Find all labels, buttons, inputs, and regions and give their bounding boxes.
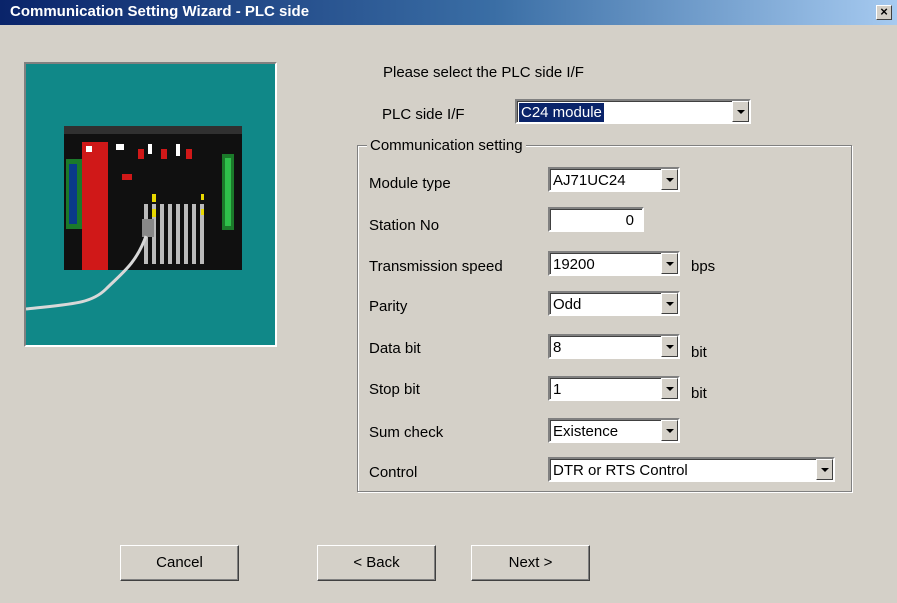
transmission-speed-value: 19200 <box>553 256 595 273</box>
module-type-value: AJ71UC24 <box>553 172 626 189</box>
plc-side-if-value: C24 module <box>519 103 604 122</box>
sum-check-select[interactable]: Existence <box>548 418 680 443</box>
chevron-down-icon[interactable] <box>661 336 678 357</box>
parity-label: Parity <box>369 298 408 315</box>
control-label: Control <box>369 464 418 481</box>
close-button[interactable]: × <box>876 5 892 20</box>
communication-setting-legend: Communication setting <box>367 137 526 154</box>
module-type-label: Module type <box>369 175 451 192</box>
plc-illustration <box>24 62 277 347</box>
stop-bit-unit: bit <box>691 385 707 402</box>
station-no-label: Station No <box>369 217 440 234</box>
station-no-input[interactable]: 0 <box>548 207 644 232</box>
chevron-down-icon[interactable] <box>816 459 833 480</box>
sum-check-label: Sum check <box>369 424 444 441</box>
back-button[interactable]: < Back <box>317 545 436 581</box>
data-bit-label: Data bit <box>369 340 421 357</box>
module-type-select[interactable]: AJ71UC24 <box>548 167 680 192</box>
plc-side-if-label: PLC side I/F <box>382 106 465 123</box>
data-bit-select[interactable]: 8 <box>548 334 680 359</box>
chevron-down-icon[interactable] <box>661 169 678 190</box>
control-value: DTR or RTS Control <box>553 462 688 479</box>
chevron-down-icon[interactable] <box>661 420 678 441</box>
cancel-button[interactable]: Cancel <box>120 545 239 581</box>
parity-select[interactable]: Odd <box>548 291 680 316</box>
next-button[interactable]: Next > <box>471 545 590 581</box>
chevron-down-icon[interactable] <box>661 253 678 274</box>
control-select[interactable]: DTR or RTS Control <box>548 457 835 482</box>
window-title: Communication Setting Wizard - PLC side <box>10 3 310 20</box>
stop-bit-select[interactable]: 1 <box>548 376 680 401</box>
data-bit-value: 8 <box>553 339 562 356</box>
plc-rack-image <box>26 126 242 311</box>
plc-side-if-select[interactable]: C24 module <box>515 99 751 124</box>
chevron-down-icon[interactable] <box>661 378 678 399</box>
title-bar: Communication Setting Wizard - PLC side … <box>0 0 897 25</box>
data-bit-unit: bit <box>691 344 707 361</box>
transmission-speed-label: Transmission speed <box>369 258 503 275</box>
chevron-down-icon[interactable] <box>732 101 749 122</box>
transmission-speed-select[interactable]: 19200 <box>548 251 680 276</box>
transmission-speed-unit: bps <box>691 258 716 275</box>
chevron-down-icon[interactable] <box>661 293 678 314</box>
parity-value: Odd <box>553 296 582 313</box>
sum-check-value: Existence <box>553 423 619 440</box>
station-no-value: 0 <box>625 212 634 229</box>
plc-side-prompt: Please select the PLC side I/F <box>383 64 584 81</box>
stop-bit-label: Stop bit <box>369 381 420 398</box>
stop-bit-value: 1 <box>553 381 562 398</box>
